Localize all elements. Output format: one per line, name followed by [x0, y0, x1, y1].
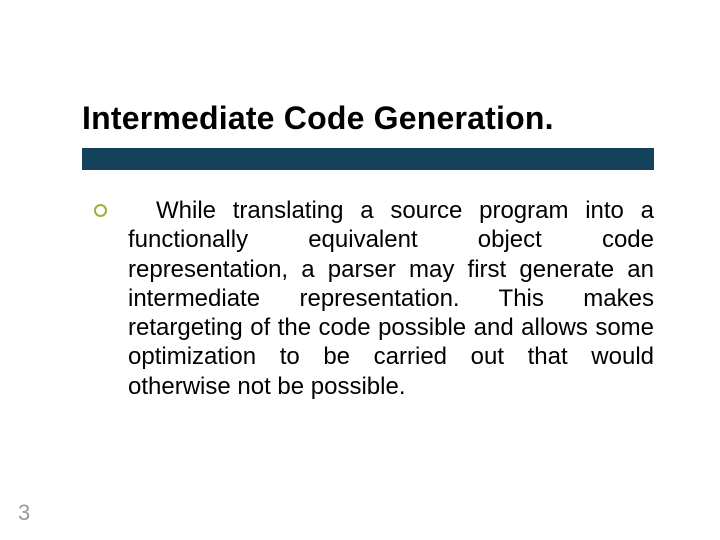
page-number: 3 [18, 500, 30, 526]
slide: Intermediate Code Generation. While tran… [0, 0, 720, 540]
slide-title: Intermediate Code Generation. [82, 100, 554, 137]
bullet-icon [94, 204, 107, 217]
body-text-container: While translating a source program into … [128, 196, 654, 401]
body-text: While translating a source program into … [128, 196, 654, 401]
title-underline-bar [82, 148, 654, 170]
